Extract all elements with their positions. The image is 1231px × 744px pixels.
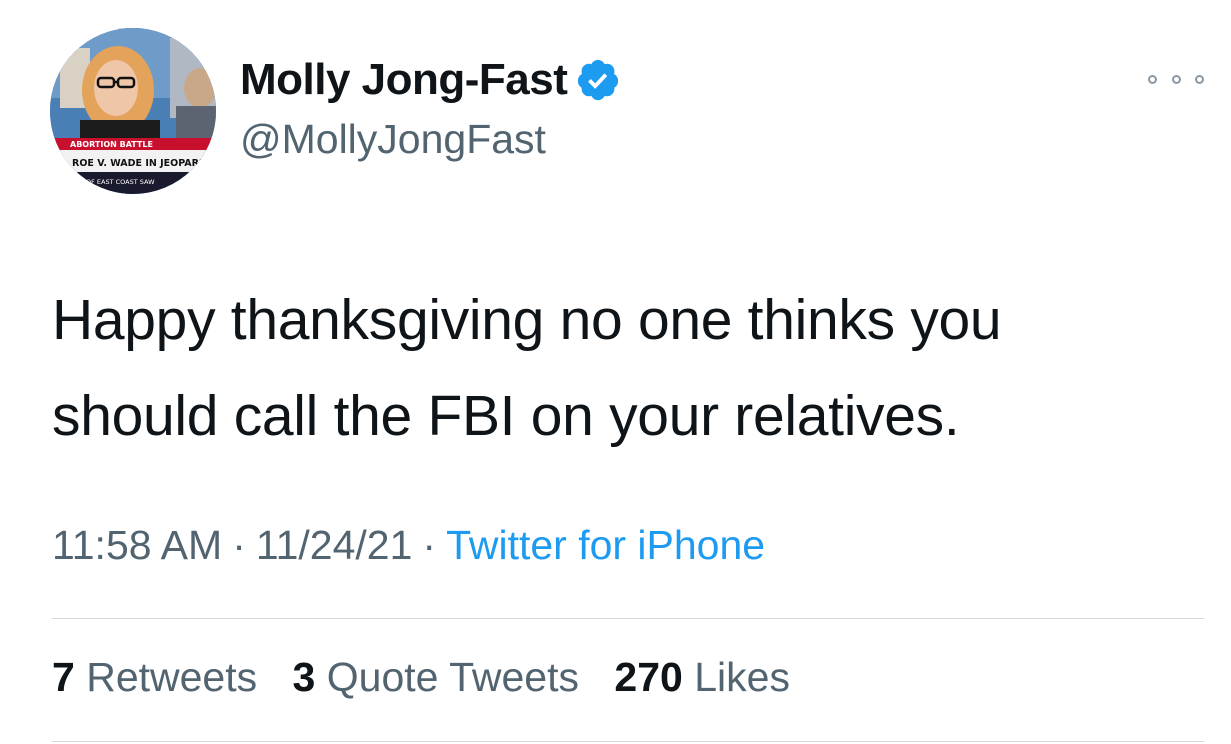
likes-count: 270 — [614, 654, 683, 700]
meta-separator: · — [232, 522, 246, 568]
tweet-time[interactable]: 11:58 AM — [52, 522, 222, 568]
tweet-card: ABORTION BATTLE ROE V. WADE IN JEOPARDY … — [0, 0, 1231, 744]
svg-text:OF EAST COAST SAW: OF EAST COAST SAW — [86, 178, 155, 186]
ellipsis-icon — [1148, 74, 1157, 84]
author-handle[interactable]: @MollyJongFast — [240, 116, 546, 163]
display-name: Molly Jong-Fast — [240, 55, 568, 104]
svg-text:ROE V. WADE IN JEOPARDY AS TE: ROE V. WADE IN JEOPARDY AS TE — [72, 158, 216, 169]
retweets-count: 7 — [52, 654, 75, 700]
ellipsis-icon — [1171, 74, 1181, 84]
tweet-source-link[interactable]: Twitter for iPhone — [446, 522, 765, 568]
quote-tweets-count: 3 — [292, 654, 316, 700]
quote-tweets-label: Quote Tweets — [326, 654, 579, 700]
ellipsis-icon — [1195, 74, 1204, 84]
author-name-row[interactable]: Molly Jong-Fast — [240, 52, 621, 108]
tweet-meta: 11:58 AM · 11/24/21 · Twitter for iPhone — [52, 522, 765, 569]
likes-stat[interactable]: 270 Likes — [614, 654, 790, 700]
retweets-label: Retweets — [86, 654, 258, 700]
tweet-text-line: should call the FBI on your relatives. — [52, 384, 960, 448]
tweet-text-line: Happy thanksgiving no one thinks you — [52, 288, 1002, 352]
quote-tweets-stat[interactable]: 3 Quote Tweets — [293, 654, 579, 700]
meta-separator: · — [422, 522, 437, 568]
tweet-stats: 7 Retweets 3 Quote Tweets 270 Likes — [52, 654, 814, 701]
likes-label: Likes — [694, 654, 790, 700]
divider — [52, 618, 1204, 619]
retweets-stat[interactable]: 7 Retweets — [52, 654, 257, 700]
tweet-text: Happy thanksgiving no one thinks you sho… — [52, 272, 1192, 464]
profile-photo-icon: ABORTION BATTLE ROE V. WADE IN JEOPARDY … — [50, 28, 216, 194]
more-options-button[interactable] — [1148, 64, 1204, 94]
divider — [52, 741, 1204, 742]
verified-badge-icon — [575, 57, 621, 103]
svg-text:ABORTION BATTLE: ABORTION BATTLE — [70, 140, 153, 149]
avatar[interactable]: ABORTION BATTLE ROE V. WADE IN JEOPARDY … — [50, 28, 216, 194]
tweet-date[interactable]: 11/24/21 — [256, 522, 413, 568]
